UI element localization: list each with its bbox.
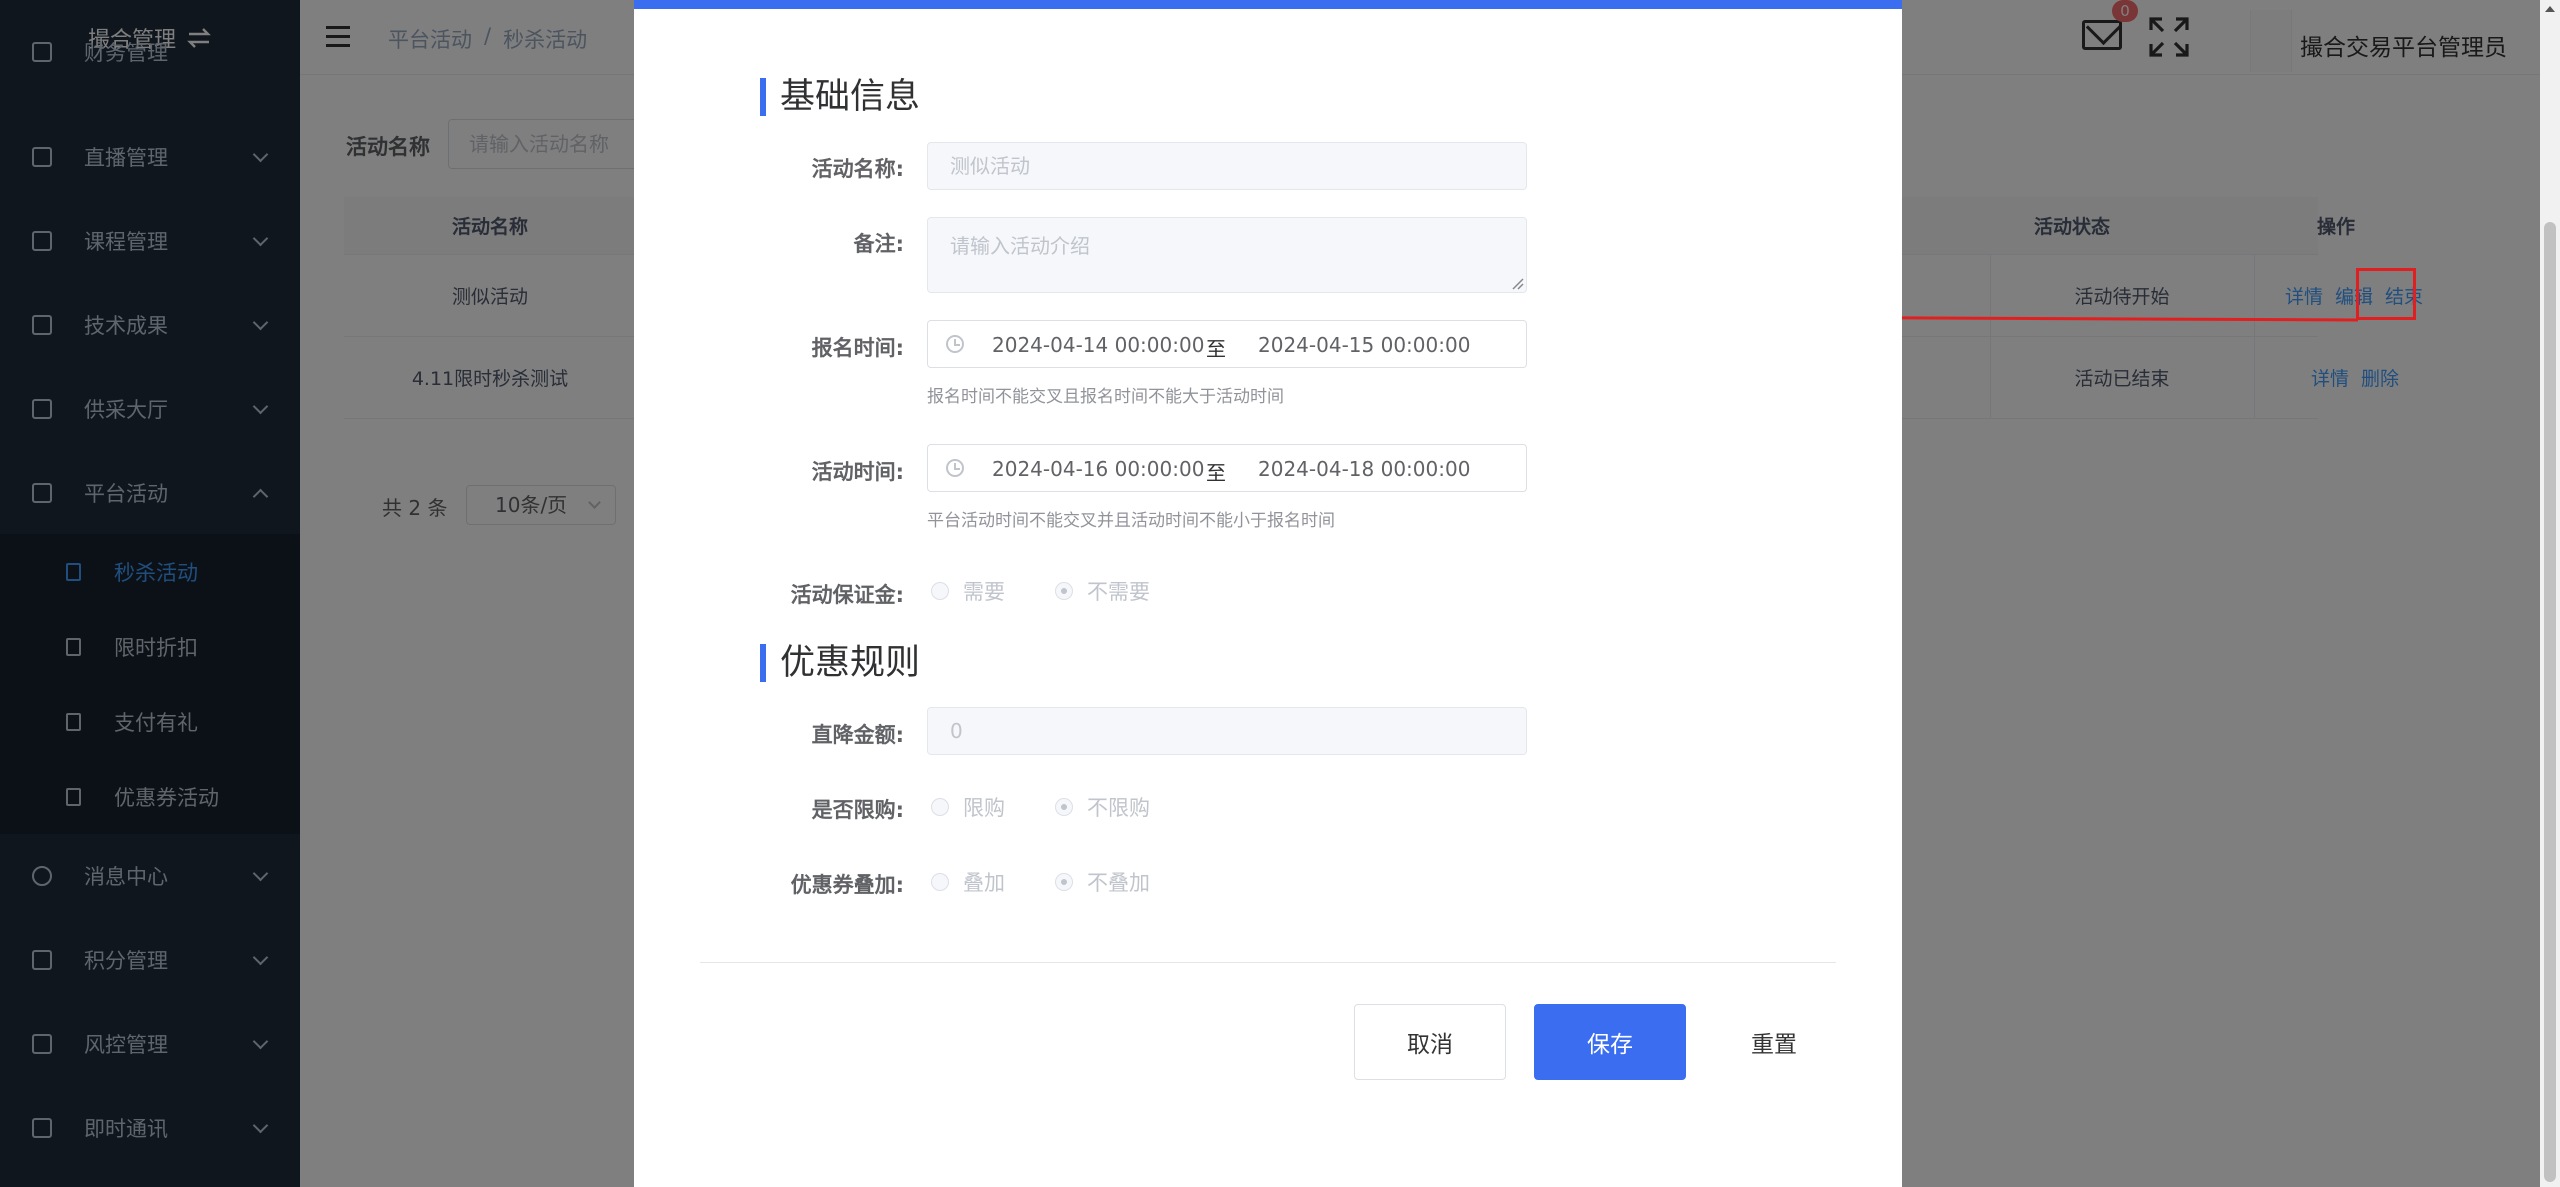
- deposit-radio-group: 需要 不需要: [927, 576, 1196, 606]
- dialog-footer-divider: [700, 962, 1836, 963]
- remark-label: 备注:: [853, 232, 904, 256]
- signup-time-range-picker[interactable]: 2024-04-14 00:00:00 至 2024-04-15 00:00:0…: [927, 320, 1527, 368]
- radio-checked-icon: [1055, 798, 1073, 816]
- signup-time-label: 报名时间:: [811, 336, 904, 360]
- radio-checked-icon: [1055, 873, 1073, 891]
- activity-time-label: 活动时间:: [811, 460, 904, 484]
- radio-label: 不需要: [1087, 580, 1150, 604]
- activity-start-time[interactable]: 2024-04-16 00:00:00: [992, 457, 1204, 481]
- remark-textarea[interactable]: 请输入活动介绍: [927, 217, 1527, 293]
- limit-option-limited[interactable]: 限购: [927, 792, 1005, 822]
- discount-amount-field[interactable]: 0: [927, 707, 1527, 755]
- activity-end-time[interactable]: 2024-04-18 00:00:00: [1258, 457, 1470, 481]
- section-basic-info: 基础信息: [760, 78, 920, 116]
- activity-name-label: 活动名称:: [811, 157, 904, 181]
- radio-label: 需要: [963, 580, 1005, 604]
- reset-button[interactable]: 重置: [1712, 1004, 1836, 1080]
- radio-label: 不限购: [1087, 796, 1150, 820]
- signup-start-time[interactable]: 2024-04-14 00:00:00: [992, 333, 1204, 357]
- coupon-option-no-stack[interactable]: 不叠加: [1051, 867, 1150, 897]
- coupon-option-stack[interactable]: 叠加: [927, 867, 1005, 897]
- annotation-highlight-box: [2356, 268, 2416, 320]
- range-separator: 至: [1206, 461, 1226, 485]
- purchase-limit-radio-group: 限购 不限购: [927, 792, 1196, 822]
- remark-placeholder: 请输入活动介绍: [950, 234, 1090, 258]
- coupon-stacking-label: 优惠券叠加:: [790, 873, 904, 897]
- save-button[interactable]: 保存: [1534, 1004, 1686, 1080]
- activity-time-range-picker[interactable]: 2024-04-16 00:00:00 至 2024-04-18 00:00:0…: [927, 444, 1527, 492]
- purchase-limit-label: 是否限购:: [811, 798, 904, 822]
- range-separator: 至: [1206, 337, 1226, 361]
- deposit-option-required[interactable]: 需要: [927, 576, 1005, 606]
- signup-time-hint: 报名时间不能交叉且报名时间不能大于活动时间: [927, 387, 1284, 407]
- radio-checked-icon: [1055, 582, 1073, 600]
- scrollbar-thumb[interactable]: [2544, 222, 2556, 1182]
- radio-label: 叠加: [963, 871, 1005, 895]
- radio-icon: [931, 873, 949, 891]
- deposit-label: 活动保证金:: [790, 583, 904, 607]
- clock-icon: [946, 459, 964, 477]
- clock-icon: [946, 335, 964, 353]
- limit-option-unlimited[interactable]: 不限购: [1051, 792, 1150, 822]
- cancel-button[interactable]: 取消: [1354, 1004, 1506, 1080]
- page-scrollbar[interactable]: [2540, 0, 2560, 1187]
- signup-end-time[interactable]: 2024-04-15 00:00:00: [1258, 333, 1470, 357]
- resize-handle-icon[interactable]: [1512, 278, 1524, 290]
- radio-label: 限购: [963, 796, 1005, 820]
- activity-name-field[interactable]: 测似活动: [927, 142, 1527, 190]
- coupon-stacking-radio-group: 叠加 不叠加: [927, 867, 1196, 897]
- discount-amount-label: 直降金额:: [811, 723, 904, 747]
- radio-label: 不叠加: [1087, 871, 1150, 895]
- scroll-up-arrow-icon[interactable]: [2545, 6, 2555, 12]
- deposit-option-not-required[interactable]: 不需要: [1051, 576, 1150, 606]
- activity-time-hint: 平台活动时间不能交叉并且活动时间不能小于报名时间: [927, 511, 1335, 531]
- radio-icon: [931, 582, 949, 600]
- radio-icon: [931, 798, 949, 816]
- section-discount-rules: 优惠规则: [760, 644, 920, 682]
- dialog-top-bar: [634, 0, 1902, 9]
- edit-activity-dialog: 基础信息 活动名称: 测似活动 备注: 请输入活动介绍 报名时间: 2024-0…: [634, 0, 1902, 1187]
